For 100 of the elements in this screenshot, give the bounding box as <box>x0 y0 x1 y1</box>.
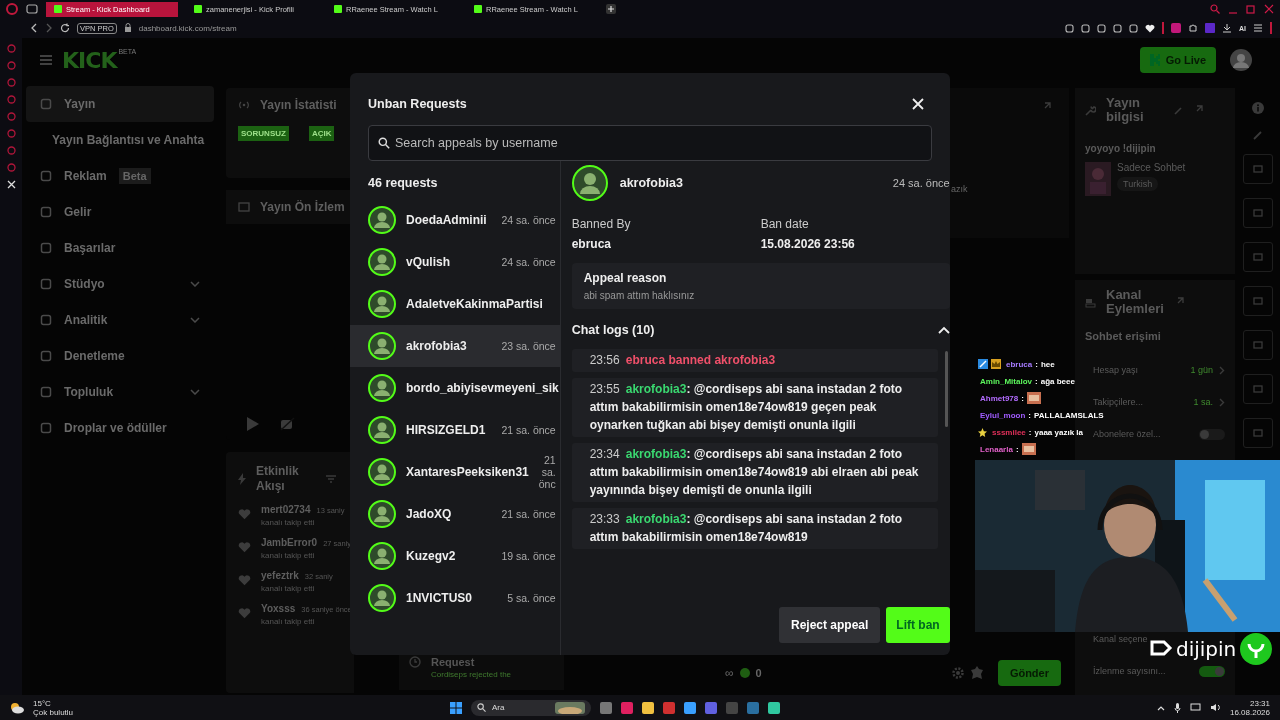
puzzle-icon[interactable] <box>1188 23 1198 33</box>
chevron-down-icon[interactable] <box>190 317 200 323</box>
reject-appeal-button[interactable]: Reject appeal <box>779 607 881 643</box>
sidebar-item[interactable]: Gelir <box>26 194 214 230</box>
badge-icon[interactable] <box>969 665 984 680</box>
chat-log-entry: 23:56 ebruca banned akrofobia3 <box>571 349 938 372</box>
start-icon[interactable] <box>450 701 462 714</box>
search-icon[interactable] <box>1210 4 1220 14</box>
maximize-icon[interactable] <box>1246 4 1256 14</box>
address-field[interactable]: dashboard.kick.com/stream <box>138 23 237 33</box>
clock-date[interactable]: 16.08.2026 <box>1229 707 1270 717</box>
request-item[interactable]: akrofobia3 23 sa. önce <box>350 325 560 367</box>
request-item[interactable]: vQulish 24 sa. önce <box>350 241 560 283</box>
back-icon[interactable] <box>30 23 38 33</box>
app-icon[interactable] <box>768 701 780 714</box>
event-username: JambError0 <box>261 537 318 548</box>
square-icon <box>40 98 52 110</box>
panel-toggle-button[interactable] <box>1242 154 1273 184</box>
card-title: Yayın İstatisti <box>260 98 337 112</box>
chevron-icon[interactable] <box>1219 397 1225 407</box>
panel-toggle-button[interactable] <box>1242 418 1273 448</box>
scrollbar[interactable] <box>944 351 948 427</box>
request-item[interactable]: XantaresPeeksiken31 21 sa. önc <box>350 451 560 493</box>
sidebar-item[interactable]: Denetleme <box>26 338 214 374</box>
sidebar-item[interactable]: Yayın Bağlantısı ve Anahta <box>26 122 214 158</box>
sidebar-item[interactable]: Stüdyo <box>26 266 214 302</box>
sidebar-item[interactable]: Topluluk <box>26 374 214 410</box>
extension-icon[interactable] <box>1171 23 1181 33</box>
request-item[interactable]: AdaletveKakinmaPartisi <box>350 283 560 325</box>
category-thumbnail <box>1085 162 1111 196</box>
app-icon[interactable] <box>642 701 654 714</box>
chat-separator: : <box>1028 427 1032 437</box>
square-icon <box>40 242 52 254</box>
chevron-down-icon[interactable] <box>190 281 200 287</box>
panel-toggle-button[interactable] <box>1242 374 1273 404</box>
event-username: yefeztrk <box>261 570 299 581</box>
tabs-icon[interactable] <box>26 4 38 14</box>
search-icon <box>477 703 486 712</box>
sidebar-item[interactable]: Başarılar <box>26 230 214 266</box>
window-icon <box>1252 253 1263 261</box>
chat-username: Eylul_moon <box>980 410 1026 420</box>
request-item[interactable]: DoedaAdminii 24 sa. önce <box>350 199 560 241</box>
window-icon <box>1252 165 1263 173</box>
microphone-icon[interactable] <box>1173 702 1181 713</box>
cross-icon[interactable] <box>6 180 16 189</box>
card-title: Etkinlik Akışı <box>256 464 300 494</box>
setting-value[interactable]: 1 gün <box>1190 365 1213 375</box>
lift-ban-button[interactable]: Lift ban <box>886 607 950 643</box>
app-icon[interactable] <box>684 701 696 714</box>
chat-log-entry: 23:34 akrofobia3: @cordiseps abi sana instadan 2 foto attım bakabilirmisin omen18e74ow819 abi elraen abi peak yayınında bişey demişti de onunla ilgili <box>571 443 938 502</box>
panel-toggle-button[interactable] <box>1242 286 1273 316</box>
chat-message: PALLALAMSLALS <box>1034 410 1104 420</box>
monitor-icon[interactable] <box>1189 703 1201 712</box>
lightning-icon <box>238 473 246 485</box>
category-name: Sadece Sohbet <box>1117 162 1186 173</box>
setting-value[interactable]: 1 sa. <box>1193 397 1213 407</box>
search-field[interactable]: Ara <box>471 699 591 716</box>
forward-icon[interactable] <box>45 23 53 33</box>
search-field[interactable]: Search appeals by username <box>368 125 932 161</box>
camera-off-icon[interactable] <box>280 417 296 431</box>
chat-separator: : <box>1035 359 1038 369</box>
card-title: Yayın Ön İzlem <box>260 200 345 214</box>
browser-logo-icon[interactable] <box>6 3 18 15</box>
sidebar-item[interactable]: Droplar ve ödüller <box>26 410 214 446</box>
panel-toggle-button[interactable] <box>1242 198 1273 228</box>
menu-icon[interactable] <box>40 55 52 65</box>
request-item[interactable]: Kuzegv2 19 sa. önce <box>350 535 560 577</box>
setting-label: İzlenme sayısını... <box>1093 666 1167 676</box>
clock-time[interactable]: 23:31 <box>1250 698 1270 708</box>
event-text: kanalı takip etti <box>261 617 316 626</box>
pencil-icon[interactable] <box>1252 130 1263 140</box>
toggle-switch[interactable] <box>1199 428 1225 440</box>
download-icon[interactable] <box>1222 23 1232 33</box>
new-tab-icon[interactable] <box>606 4 616 14</box>
speaker-icon[interactable] <box>1209 703 1221 712</box>
weather-icon[interactable] <box>10 701 24 714</box>
info-icon[interactable] <box>1251 102 1264 114</box>
play-icon[interactable] <box>246 416 260 432</box>
request-item[interactable]: JadoXQ 21 sa. önce <box>350 493 560 535</box>
panel-toggle-button[interactable] <box>1242 242 1273 272</box>
heart-icon[interactable] <box>1145 23 1155 33</box>
gear-icon[interactable] <box>951 666 964 679</box>
pencil-icon[interactable] <box>1174 105 1183 115</box>
sidebar-item[interactable]: Analitik <box>26 302 214 338</box>
favicon-icon <box>334 5 342 13</box>
favicon-icon <box>194 5 202 13</box>
chat-username: ebruca <box>1006 359 1033 369</box>
request-item[interactable]: bordo_abiyisevmeyeni_sik <box>350 367 560 409</box>
reload-icon[interactable] <box>60 23 70 33</box>
avatar <box>368 290 396 318</box>
avatar[interactable] <box>1230 49 1252 71</box>
square-icon <box>40 170 52 182</box>
chat-logs-header[interactable]: Chat logs (10) <box>571 323 950 337</box>
request-item[interactable]: HIRSIZGELD1 21 sa. önce <box>350 409 560 451</box>
chevron-icon[interactable] <box>1219 365 1225 375</box>
toggle-switch[interactable] <box>1199 665 1225 677</box>
sidebar-item[interactable]: Reklam Beta <box>26 158 214 194</box>
request-item[interactable]: 1NVICTUS0 5 sa. önce <box>350 577 560 619</box>
panel-toggle-button[interactable] <box>1242 330 1273 360</box>
chevron-down-icon[interactable] <box>190 389 200 395</box>
